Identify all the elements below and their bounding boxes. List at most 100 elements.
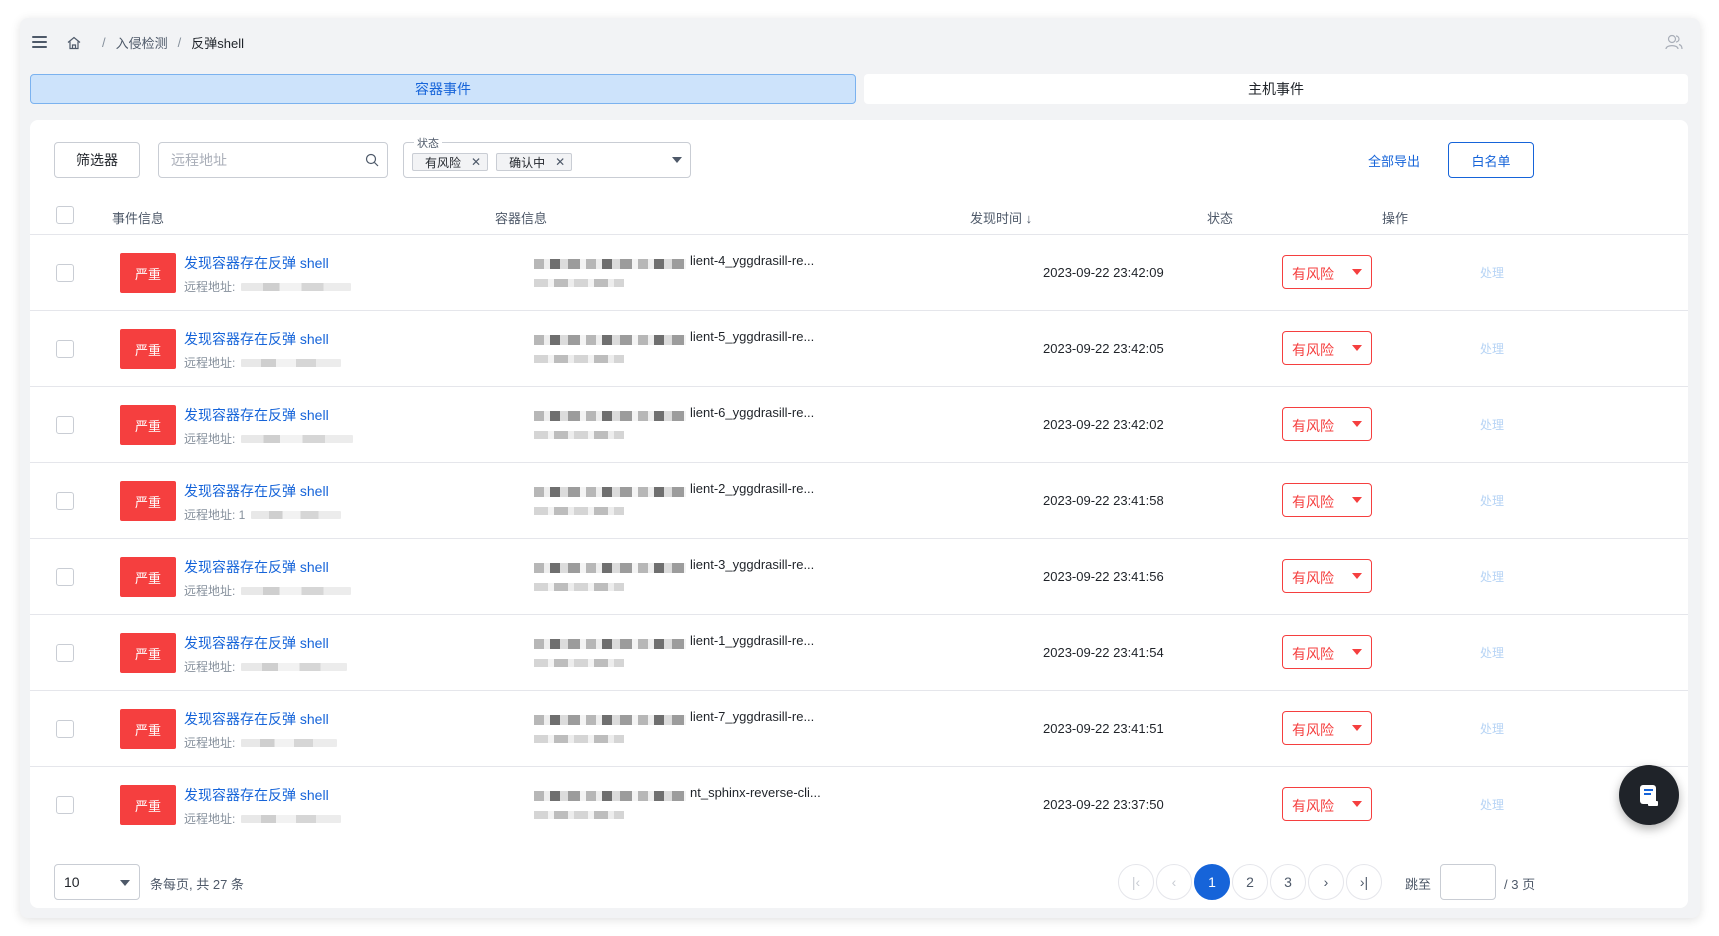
top-bar: / 入侵检测 / 反弹shell — [20, 18, 1700, 66]
remote-address: 远程地址: — [184, 582, 352, 599]
row-checkbox[interactable] — [56, 720, 74, 738]
row-checkbox[interactable] — [56, 492, 74, 510]
close-icon[interactable]: ✕ — [471, 155, 481, 169]
filter-button[interactable]: 筛选器 — [54, 142, 140, 178]
row-status-select[interactable]: 有风险 — [1282, 787, 1372, 821]
discovery-time: 2023-09-22 23:42:02 — [1043, 417, 1164, 432]
row-status-select[interactable]: 有风险 — [1282, 559, 1372, 593]
whitelist-button[interactable]: 白名单 — [1448, 142, 1534, 178]
app-window: / 入侵检测 / 反弹shell 容器事件 主机事件 筛选器 状态 有风险 ✕ — [20, 18, 1700, 918]
event-title-link[interactable]: 发现容器存在反弹 shell — [184, 405, 329, 425]
container-info: lient-1_yggdrasill-re... — [690, 633, 815, 648]
header-action: 操作 — [1382, 211, 1409, 226]
remote-address: 远程地址: — [184, 354, 342, 371]
table-row: 严重 发现容器存在反弹 shell 远程地址: lient-1_yggdrasi… — [30, 614, 1688, 690]
status-tags: 有风险 ✕ 确认中 ✕ — [412, 153, 573, 171]
handle-action-link[interactable]: 处理 — [1480, 416, 1504, 433]
row-status-select[interactable]: 有风险 — [1282, 331, 1372, 365]
tab-container-events[interactable]: 容器事件 — [30, 74, 856, 104]
table-row: 严重 发现容器存在反弹 shell 远程地址: nt_sphinx-revers… — [30, 766, 1688, 842]
row-checkbox[interactable] — [56, 644, 74, 662]
row-checkbox[interactable] — [56, 796, 74, 814]
breadcrumb-item-intrusion[interactable]: 入侵检测 — [116, 33, 168, 52]
caret-down-icon — [1352, 497, 1362, 503]
header-discovery-time[interactable]: 发现时间 ↓ — [970, 208, 1032, 227]
event-title-link[interactable]: 发现容器存在反弹 shell — [184, 253, 329, 273]
row-checkbox[interactable] — [56, 568, 74, 586]
remote-address: 远程地址: — [184, 430, 354, 447]
user-icon[interactable] — [1664, 32, 1684, 52]
handle-action-link[interactable]: 处理 — [1480, 568, 1504, 585]
container-info: lient-5_yggdrasill-re... — [690, 329, 815, 344]
table-row: 严重 发现容器存在反弹 shell 远程地址: 1 lient-2_yggdra… — [30, 462, 1688, 538]
caret-down-icon — [1352, 345, 1362, 351]
caret-down-icon — [1352, 725, 1362, 731]
table-row: 严重 发现容器存在反弹 shell 远程地址: lient-4_yggdrasi… — [30, 234, 1688, 310]
row-status-select[interactable]: 有风险 — [1282, 483, 1372, 517]
tab-host-events[interactable]: 主机事件 — [864, 74, 1688, 104]
severity-badge: 严重 — [120, 557, 176, 597]
event-tabs: 容器事件 主机事件 — [30, 74, 1688, 104]
row-status-select[interactable]: 有风险 — [1282, 711, 1372, 745]
discovery-time: 2023-09-22 23:37:50 — [1043, 797, 1164, 812]
main-panel: 筛选器 状态 有风险✕ 确认中✕ 全部导出 白名单 — [30, 120, 1688, 908]
handle-action-link[interactable]: 处理 — [1480, 340, 1504, 357]
page-button-3[interactable]: 3 — [1270, 864, 1306, 900]
row-status-select[interactable]: 有风险 — [1282, 407, 1372, 441]
breadcrumb: / 入侵检测 / 反弹shell — [66, 33, 244, 52]
page-button-2[interactable]: 2 — [1232, 864, 1268, 900]
home-icon[interactable] — [66, 35, 82, 51]
close-icon[interactable]: ✕ — [555, 155, 565, 169]
event-title-link[interactable]: 发现容器存在反弹 shell — [184, 481, 329, 501]
caret-down-icon — [1352, 573, 1362, 579]
status-tag: 确认中 ✕ — [496, 153, 573, 171]
row-status-select[interactable]: 有风险 — [1282, 635, 1372, 669]
page-button-1[interactable]: 1 — [1194, 864, 1230, 900]
caret-down-icon — [1352, 421, 1362, 427]
table-row: 严重 发现容器存在反弹 shell 远程地址: lient-6_yggdrasi… — [30, 386, 1688, 462]
event-title-link[interactable]: 发现容器存在反弹 shell — [184, 329, 329, 349]
event-title-link[interactable]: 发现容器存在反弹 shell — [184, 633, 329, 653]
pagination-bar: 10 条每页, 共 27 条 |‹ ‹ 1 2 3 › ›| 跳至 / 3 页 — [30, 860, 1688, 908]
handle-action-link[interactable]: 处理 — [1480, 644, 1504, 661]
event-title-link[interactable]: 发现容器存在反弹 shell — [184, 709, 329, 729]
severity-badge: 严重 — [120, 709, 176, 749]
row-status-select[interactable]: 有风险 — [1282, 255, 1372, 289]
search-icon[interactable] — [365, 153, 379, 167]
select-all-checkbox[interactable] — [56, 206, 74, 224]
status-filter-select[interactable]: 状态 有风险 ✕ 确认中 ✕ — [403, 135, 691, 178]
last-page-button[interactable]: ›| — [1346, 864, 1382, 900]
event-title-link[interactable]: 发现容器存在反弹 shell — [184, 557, 329, 577]
jump-page-input[interactable] — [1440, 864, 1496, 900]
container-info: lient-7_yggdrasill-re... — [690, 709, 815, 724]
handle-action-link[interactable]: 处理 — [1480, 720, 1504, 737]
hamburger-menu-icon[interactable] — [30, 32, 50, 52]
total-pages: / 3 页 — [1504, 877, 1536, 892]
export-all-link[interactable]: 全部导出 — [1368, 151, 1420, 170]
breadcrumb-separator: / — [177, 35, 182, 50]
toolbar: 筛选器 状态 有风险✕ 确认中✕ 全部导出 白名单 — [30, 120, 1688, 190]
remote-address-search-input[interactable] — [171, 143, 361, 177]
header-event-info: 事件信息 — [112, 211, 165, 226]
container-info: lient-2_yggdrasill-re... — [690, 481, 815, 496]
prev-page-button[interactable]: ‹ — [1156, 864, 1192, 900]
handle-action-link[interactable]: 处理 — [1480, 492, 1504, 509]
remote-address: 远程地址: — [184, 658, 348, 675]
header-container-info: 容器信息 — [495, 211, 548, 226]
table-header: 事件信息 容器信息 发现时间 ↓ 状态 操作 — [30, 198, 1688, 234]
table-row: 严重 发现容器存在反弹 shell 远程地址: lient-5_yggdrasi… — [30, 310, 1688, 386]
caret-down-icon[interactable] — [672, 157, 682, 163]
row-checkbox[interactable] — [56, 416, 74, 434]
event-title-link[interactable]: 发现容器存在反弹 shell — [184, 785, 329, 805]
next-page-button[interactable]: › — [1308, 864, 1344, 900]
discovery-time: 2023-09-22 23:42:05 — [1043, 341, 1164, 356]
container-info: lient-3_yggdrasill-re... — [690, 557, 815, 572]
header-status: 状态 — [1207, 211, 1234, 226]
row-checkbox[interactable] — [56, 340, 74, 358]
row-checkbox[interactable] — [56, 264, 74, 282]
handle-action-link[interactable]: 处理 — [1480, 264, 1504, 281]
page-size-select[interactable]: 10 — [54, 864, 140, 900]
handle-action-link[interactable]: 处理 — [1480, 796, 1504, 813]
first-page-button[interactable]: |‹ — [1118, 864, 1154, 900]
floating-doc-button[interactable] — [1619, 765, 1679, 825]
